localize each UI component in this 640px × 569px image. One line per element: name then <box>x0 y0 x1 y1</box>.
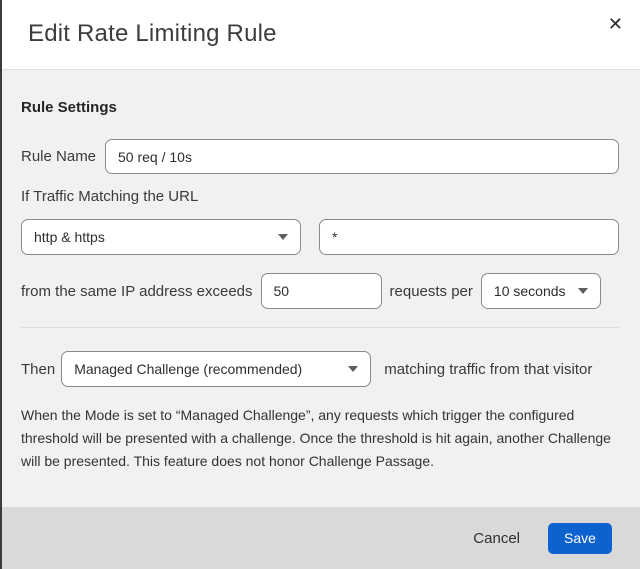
threshold-prefix-label: from the same IP address exceeds <box>21 282 253 300</box>
rule-name-input[interactable] <box>105 139 619 174</box>
action-suffix-label: matching traffic from that visitor <box>384 360 593 378</box>
rule-name-label: Rule Name <box>21 148 97 165</box>
period-select-value: 10 seconds <box>493 283 566 299</box>
url-match-label: If Traffic Matching the URL <box>21 188 199 205</box>
chevron-down-icon <box>278 234 288 240</box>
edit-rate-limiting-rule-dialog: Edit Rate Limiting Rule ✕ Rule Settings … <box>0 0 640 569</box>
then-label: Then <box>21 360 56 378</box>
cancel-button[interactable]: Cancel <box>471 526 522 551</box>
requests-count-input[interactable] <box>260 273 382 309</box>
threshold-row: from the same IP address exceeds request… <box>21 273 619 309</box>
mode-select[interactable]: Managed Challenge (recommended) <box>61 351 372 387</box>
action-row: Then Managed Challenge (recommended) mat… <box>21 351 619 387</box>
dialog-body: Rule Settings Rule Name If Traffic Match… <box>2 70 640 507</box>
mode-help-text: When the Mode is set to “Managed Challen… <box>21 407 611 469</box>
chevron-down-icon <box>348 366 359 372</box>
period-select[interactable]: 10 seconds <box>480 273 601 309</box>
dialog-title: Edit Rate Limiting Rule <box>28 20 277 47</box>
url-match-row: http & https <box>21 219 619 255</box>
close-icon[interactable]: ✕ <box>606 11 625 37</box>
scheme-select[interactable]: http & https <box>21 219 301 255</box>
chevron-down-icon <box>577 288 588 294</box>
dialog-header: Edit Rate Limiting Rule ✕ <box>2 0 640 70</box>
rule-settings-heading: Rule Settings <box>21 99 117 116</box>
rule-name-row: Rule Name <box>21 139 619 174</box>
dialog-footer: Cancel Save <box>2 507 640 569</box>
threshold-middle-label: requests per <box>389 282 473 300</box>
scheme-select-value: http & https <box>34 229 105 245</box>
save-button[interactable]: Save <box>548 522 612 554</box>
section-divider <box>21 327 619 328</box>
url-pattern-input[interactable] <box>319 219 619 255</box>
mode-select-value: Managed Challenge (recommended) <box>74 361 303 377</box>
